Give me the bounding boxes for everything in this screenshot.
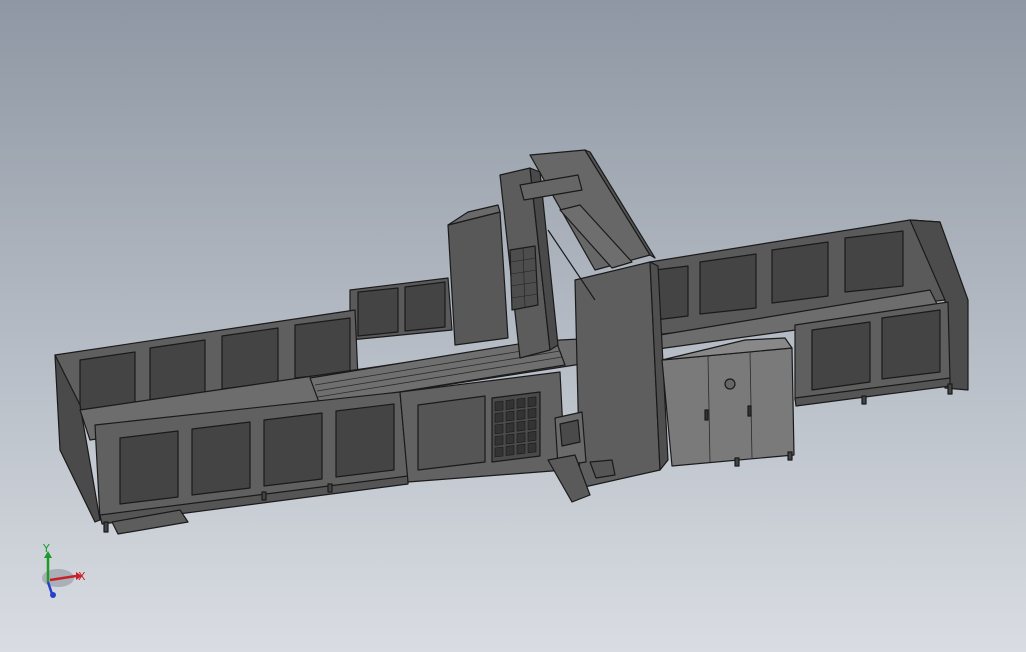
z-arrow-head-icon (50, 592, 56, 598)
tool-pocket (516, 443, 526, 455)
tool-pocket (494, 400, 504, 412)
tool-pocket (505, 410, 515, 422)
tool-pocket (494, 435, 504, 446)
tool-pocket (494, 412, 504, 423)
tool-magazine (491, 391, 541, 463)
y-axis-label: Y (42, 542, 50, 555)
electrical-cabinet-front (661, 347, 795, 467)
tool-pocket (527, 442, 537, 454)
tool-pocket (494, 446, 504, 458)
3d-viewport[interactable]: X Y (0, 0, 1026, 652)
model-canvas[interactable]: X Y (0, 0, 1026, 652)
tool-pocket (527, 419, 537, 431)
tool-pocket (527, 396, 537, 408)
gantry-right-column-front (574, 261, 661, 489)
x-axis-label: X (78, 570, 86, 583)
front-door-panel (417, 395, 486, 471)
cabinet-gauge (724, 378, 736, 390)
cabinet-handle-right (747, 405, 752, 417)
tool-pocket (505, 445, 515, 456)
tool-pocket (516, 397, 526, 409)
tool-pocket (527, 430, 537, 442)
tool-pocket (505, 422, 515, 433)
tool-pocket (505, 399, 515, 410)
tool-pocket (516, 432, 526, 444)
operator-console-screen (559, 419, 581, 447)
tool-pocket (516, 409, 526, 421)
tool-pocket (527, 407, 537, 419)
cabinet-handle-left (704, 409, 709, 421)
left-spindle-housing (447, 211, 509, 346)
tool-pocket (505, 433, 515, 445)
tool-pocket (494, 423, 504, 435)
tool-pocket (516, 420, 526, 432)
